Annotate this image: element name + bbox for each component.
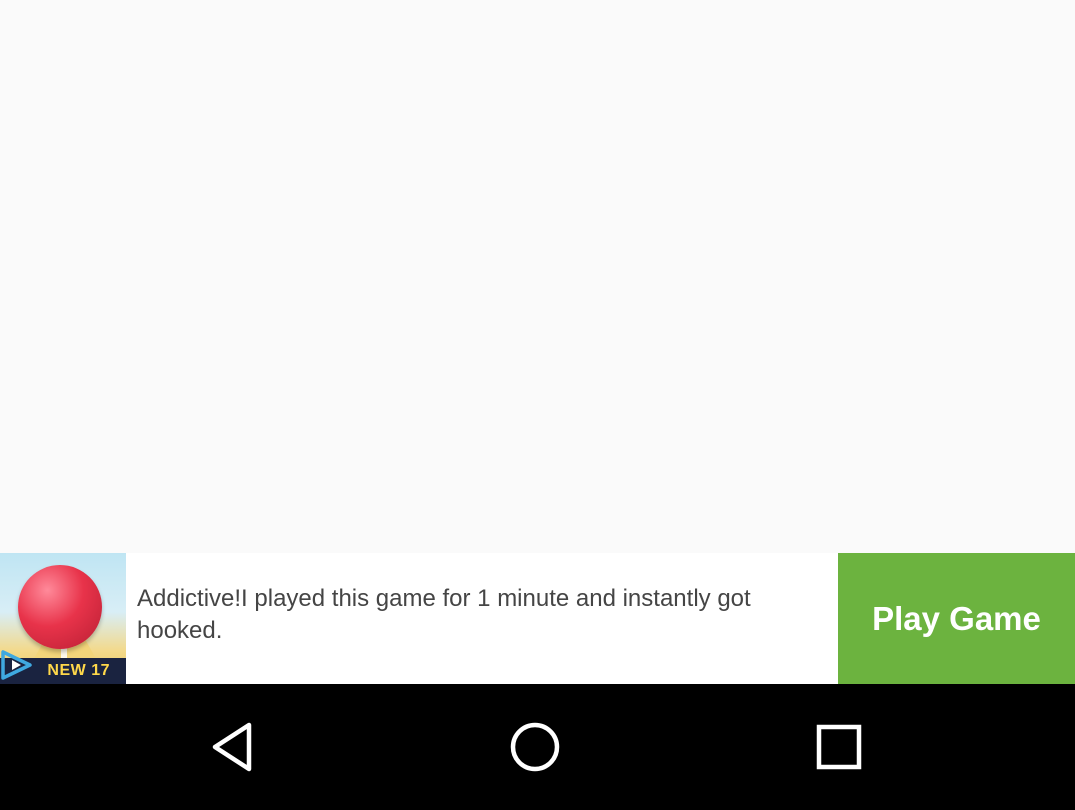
back-triangle-icon [212, 722, 252, 772]
red-ball-icon [18, 565, 102, 649]
ad-description[interactable]: Addictive!I played this game for 1 minut… [126, 553, 838, 684]
screen: NEW 17 Addictive!I played this game for … [0, 0, 1075, 810]
play-game-button[interactable]: Play Game [838, 553, 1075, 684]
back-button[interactable] [203, 717, 263, 777]
home-button[interactable] [505, 717, 565, 777]
system-navigation-bar [0, 684, 1075, 810]
home-circle-icon [510, 722, 560, 772]
recents-square-icon [816, 724, 862, 770]
blank-content-area [0, 0, 1075, 553]
recents-button[interactable] [809, 717, 869, 777]
ad-game-thumbnail[interactable]: NEW 17 [0, 553, 126, 684]
ad-banner[interactable]: NEW 17 Addictive!I played this game for … [0, 553, 1075, 684]
play-store-icon [1, 650, 32, 680]
thumbnail-label: NEW 17 [47, 662, 110, 679]
